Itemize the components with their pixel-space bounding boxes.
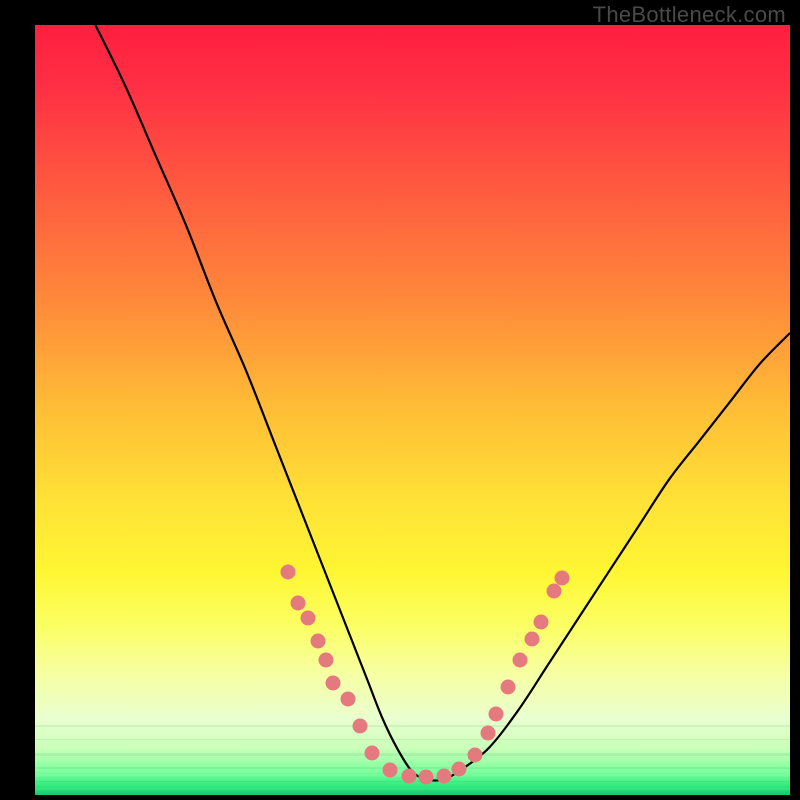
data-marker	[512, 653, 527, 668]
bottleneck-curve	[95, 25, 790, 781]
data-marker	[364, 745, 379, 760]
data-marker	[524, 632, 539, 647]
data-marker	[290, 595, 305, 610]
data-marker	[326, 676, 341, 691]
data-marker	[318, 653, 333, 668]
data-marker	[501, 680, 516, 695]
plot-area	[35, 25, 790, 795]
curve-svg	[35, 25, 790, 795]
data-marker	[419, 770, 434, 785]
data-marker	[547, 583, 562, 598]
data-marker	[488, 707, 503, 722]
data-marker	[468, 747, 483, 762]
data-marker	[452, 761, 467, 776]
data-marker	[280, 564, 295, 579]
data-marker	[300, 610, 315, 625]
data-marker	[352, 718, 367, 733]
data-marker	[340, 691, 355, 706]
data-marker	[481, 726, 496, 741]
data-marker	[437, 768, 452, 783]
chart-frame: TheBottleneck.com	[0, 0, 800, 800]
data-marker	[554, 570, 569, 585]
data-marker	[401, 768, 416, 783]
data-marker	[311, 634, 326, 649]
data-marker	[533, 614, 548, 629]
data-marker	[382, 763, 397, 778]
